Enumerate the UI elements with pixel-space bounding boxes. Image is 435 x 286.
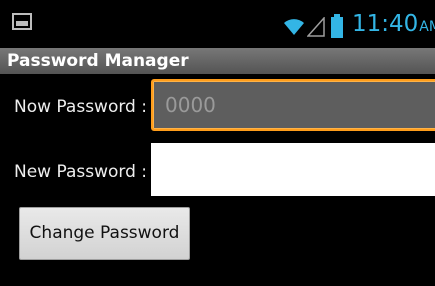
clock-ampm: AM [419,19,435,35]
clock: 11:40AM [352,11,435,37]
status-bar: 11:40AM [0,0,435,48]
change-password-button[interactable]: Change Password [19,207,190,260]
now-password-placeholder: 0000 [165,93,216,117]
app-title: Password Manager [7,51,189,71]
now-password-label: Now Password : [14,97,147,117]
signal-icon [307,17,325,37]
title-bar: Password Manager [0,48,435,74]
clock-time: 11:40 [352,11,419,37]
wifi-icon [284,19,304,35]
image-notification-icon [12,13,32,30]
new-password-label: New Password : [14,162,148,182]
now-password-field[interactable]: 0000 [151,79,435,131]
new-password-field[interactable] [151,143,435,196]
battery-icon [331,14,343,38]
